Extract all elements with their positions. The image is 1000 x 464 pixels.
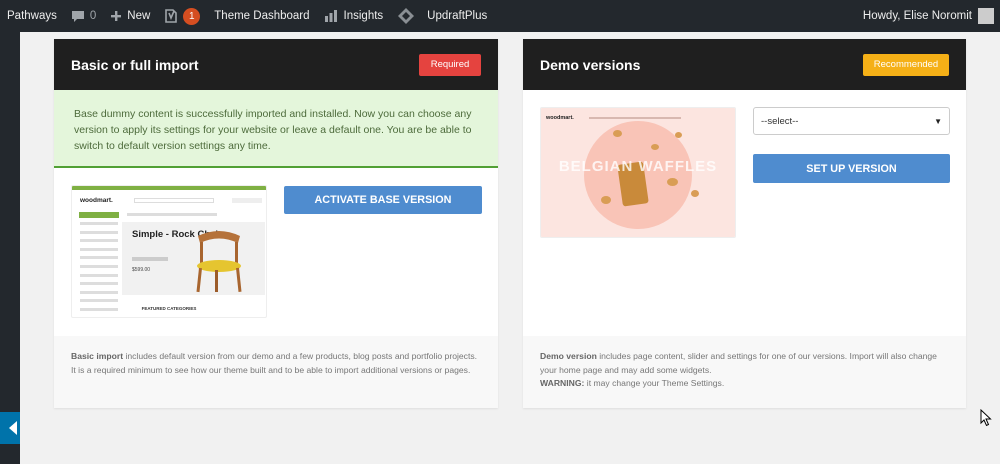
preview-icons-row xyxy=(132,257,168,261)
waffle-crumb xyxy=(675,132,682,138)
demo-version-preview: woodmart. BELGIAN WAFFLES xyxy=(540,107,736,238)
preview-nav xyxy=(589,117,681,119)
preview-price: $599.00 xyxy=(132,267,151,273)
preview-nav xyxy=(127,213,217,216)
updraft-diamond-icon xyxy=(397,7,415,25)
footer-bold: Demo version xyxy=(540,351,597,361)
activate-base-version-button[interactable]: ACTIVATE BASE VERSION xyxy=(284,186,482,214)
footer-bold: Basic import xyxy=(71,351,124,361)
collapse-menu-button[interactable] xyxy=(0,412,20,444)
waffle-crumb xyxy=(667,178,678,186)
updraftplus-link[interactable]: UpdraftPlus xyxy=(390,0,494,32)
panel-title: Basic or full import xyxy=(71,56,199,73)
theme-dashboard-label: Theme Dashboard xyxy=(214,10,310,22)
preview-search xyxy=(134,198,214,203)
preview-header-icons xyxy=(232,198,262,203)
avatar xyxy=(978,8,994,24)
preview-section-title: FEATURED CATEGORIES xyxy=(141,306,197,311)
footer-text: includes default version from our demo a… xyxy=(71,351,478,375)
preview-logo: woodmart. xyxy=(546,115,574,121)
plus-icon xyxy=(110,10,122,22)
comments-link[interactable]: 0 xyxy=(64,0,103,32)
set-up-version-button[interactable]: SET UP VERSION xyxy=(753,154,950,183)
waffle-crumb xyxy=(613,130,622,137)
panel-title: Demo versions xyxy=(540,56,641,73)
preview-hero-text: BELGIAN WAFFLES xyxy=(558,158,718,175)
mouse-cursor-icon xyxy=(980,409,992,427)
theme-dashboard-link[interactable]: Theme Dashboard xyxy=(207,0,316,32)
site-name: Pathways xyxy=(7,10,57,22)
waffle-crumb xyxy=(691,190,699,197)
site-name-link[interactable]: Pathways xyxy=(0,0,64,32)
comments-count: 0 xyxy=(89,10,97,22)
basic-import-panel: Basic or full import Required Base dummy… xyxy=(54,39,498,408)
admin-menu xyxy=(0,32,20,464)
footer-text: includes page content, slider and settin… xyxy=(540,351,937,375)
demo-versions-panel: Demo versions Recommended woodmart. BELG… xyxy=(523,39,966,408)
panel-header: Demo versions Recommended xyxy=(523,39,966,90)
yoast-icon xyxy=(164,8,178,24)
warning-bold: WARNING: xyxy=(540,378,585,388)
waffle-crumb xyxy=(651,144,659,150)
warning-text: it may change your Theme Settings. xyxy=(584,378,725,388)
new-label: New xyxy=(127,10,151,22)
dropdown-arrow-icon: ▼ xyxy=(934,116,942,126)
preview-sidebar xyxy=(80,222,118,317)
preview-hero: Simple - Rock Chair. $599.00 xyxy=(122,222,265,295)
preview-topbar xyxy=(72,186,266,190)
bar-chart-icon xyxy=(324,10,338,22)
version-select[interactable]: --select-- ▼ xyxy=(753,107,950,135)
waffle-crumb xyxy=(601,196,611,204)
panel-footer: Demo version includes page content, slid… xyxy=(523,336,966,408)
admin-bar: Pathways 0 New 1 Theme Dashboard Insight… xyxy=(0,0,1000,32)
recommended-badge: Recommended xyxy=(863,53,949,76)
panel-footer: Basic import includes default version fr… xyxy=(54,336,498,408)
base-version-preview: woodmart. Simple - Rock Chair. $599.00 F… xyxy=(71,185,267,318)
insights-label: Insights xyxy=(343,10,384,22)
panel-header: Basic or full import Required xyxy=(54,39,498,90)
comment-icon xyxy=(71,10,85,23)
preview-categories-button xyxy=(79,212,119,218)
chair-image xyxy=(196,231,242,293)
updraftplus-label: UpdraftPlus xyxy=(427,10,488,22)
insights-link[interactable]: Insights xyxy=(317,0,391,32)
notification-badge: 1 xyxy=(183,7,201,25)
my-account-link[interactable]: Howdy, Elise Noromit xyxy=(856,0,1000,32)
success-notice: Base dummy content is successfully impor… xyxy=(54,90,498,168)
yoast-seo-link[interactable]: 1 xyxy=(157,0,207,32)
required-badge: Required xyxy=(419,53,481,76)
select-value: --select-- xyxy=(761,115,799,127)
new-content-link[interactable]: New xyxy=(103,0,157,32)
preview-logo: woodmart. xyxy=(80,197,113,204)
howdy-label: Howdy, Elise Noromit xyxy=(862,10,972,22)
